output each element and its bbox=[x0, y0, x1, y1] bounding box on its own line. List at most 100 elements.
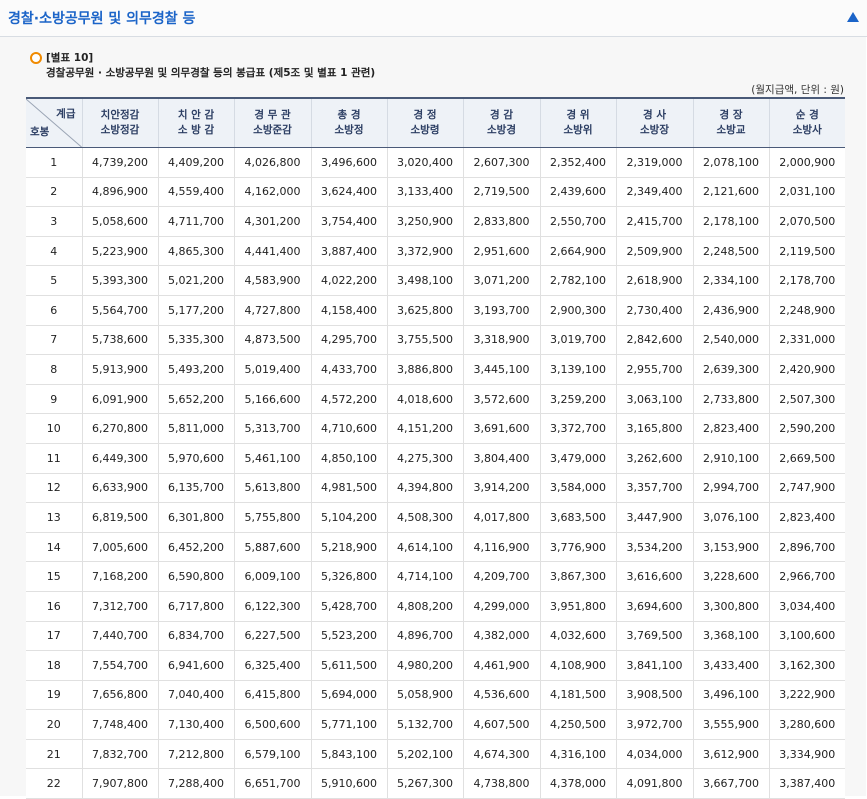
salary-cell: 6,325,400 bbox=[233, 650, 311, 681]
salary-cell: 5,021,200 bbox=[157, 265, 234, 296]
salary-cell: 3,867,300 bbox=[539, 561, 616, 592]
salary-cell: 3,612,900 bbox=[692, 739, 769, 770]
salary-cell: 2,590,200 bbox=[768, 413, 845, 444]
salary-cell: 2,719,500 bbox=[462, 177, 540, 208]
salary-cell: 3,755,500 bbox=[386, 325, 463, 356]
salary-cell: 4,275,300 bbox=[386, 443, 463, 474]
salary-cell: 2,248,500 bbox=[692, 236, 769, 267]
table-row: 12 6,633,900 6,135,700 5,613,800 4,981,500 4,… bbox=[26, 473, 845, 504]
corner-cell: 계급 호봉 bbox=[26, 98, 82, 148]
caption-label: [별표 10] bbox=[46, 52, 94, 64]
salary-cell: 3,683,500 bbox=[539, 502, 616, 533]
salary-cell: 4,181,500 bbox=[539, 680, 616, 711]
column-header: 순 경 소방사 bbox=[768, 98, 845, 148]
salary-cell: 2,823,400 bbox=[768, 502, 845, 533]
salary-cell: 3,387,400 bbox=[768, 768, 845, 799]
salary-cell: 5,652,200 bbox=[157, 384, 234, 415]
step-cell: 12 bbox=[26, 473, 82, 504]
salary-cell: 5,202,100 bbox=[386, 739, 463, 770]
salary-cell: 5,564,700 bbox=[81, 295, 158, 326]
salary-cell: 4,250,500 bbox=[539, 709, 616, 740]
salary-cell: 3,165,800 bbox=[615, 413, 693, 444]
salary-cell: 6,500,600 bbox=[233, 709, 311, 740]
section-header: 경찰·소방공무원 및 의무경찰 등 bbox=[0, 0, 867, 37]
step-cell: 2 bbox=[26, 177, 82, 208]
step-cell: 11 bbox=[26, 443, 82, 474]
salary-cell: 2,730,400 bbox=[615, 295, 693, 326]
salary-cell: 6,091,900 bbox=[81, 384, 158, 415]
salary-cell: 6,449,300 bbox=[81, 443, 158, 474]
salary-cell: 2,669,500 bbox=[768, 443, 845, 474]
salary-cell: 4,607,500 bbox=[462, 709, 540, 740]
salary-cell: 4,808,200 bbox=[386, 591, 463, 622]
rank-fire: 소방정 bbox=[334, 124, 364, 136]
salary-cell: 6,122,300 bbox=[233, 591, 311, 622]
salary-cell: 2,823,400 bbox=[692, 413, 769, 444]
column-header: 경 장 소방교 bbox=[692, 98, 769, 148]
salary-cell: 4,873,500 bbox=[233, 325, 311, 356]
salary-table-wrap: 계급 호봉 치안정감 소방정감 치 안 감소 방 감경 무 관 소방준감 총 경 소방정 경… bbox=[26, 97, 845, 799]
table-row: 13 6,819,500 6,301,800 5,755,800 5,104,200 4,… bbox=[26, 502, 845, 533]
table-row: 7 5,738,600 5,335,300 4,873,500 4,295,700 3,7… bbox=[26, 325, 845, 356]
salary-cell: 3,063,100 bbox=[615, 384, 693, 415]
salary-cell: 5,771,100 bbox=[310, 709, 387, 740]
salary-cell: 3,776,900 bbox=[539, 532, 616, 563]
salary-cell: 6,941,600 bbox=[157, 650, 234, 681]
salary-cell: 4,295,700 bbox=[310, 325, 387, 356]
salary-cell: 5,913,900 bbox=[81, 354, 158, 385]
salary-cell: 2,178,100 bbox=[692, 206, 769, 237]
column-header: 총 경 소방정 bbox=[310, 98, 387, 148]
salary-cell: 3,572,600 bbox=[462, 384, 540, 415]
rank-fire: 소방사 bbox=[792, 124, 822, 136]
column-header: 경 사 소방장 bbox=[615, 98, 693, 148]
salary-cell: 4,572,200 bbox=[310, 384, 387, 415]
salary-cell: 3,534,200 bbox=[615, 532, 693, 563]
salary-cell: 7,907,800 bbox=[81, 768, 158, 799]
salary-cell: 4,710,600 bbox=[310, 413, 387, 444]
step-cell: 8 bbox=[26, 354, 82, 385]
step-cell: 21 bbox=[26, 739, 82, 770]
salary-cell: 6,301,800 bbox=[157, 502, 234, 533]
salary-cell: 4,850,100 bbox=[310, 443, 387, 474]
table-row: 18 7,554,700 6,941,600 6,325,400 5,611,500 4,… bbox=[26, 650, 845, 681]
content-panel: [별표 10] 경찰공무원 · 소방공무원 및 의무경찰 등의 봉급표 (제5조… bbox=[0, 37, 866, 799]
step-cell: 6 bbox=[26, 295, 82, 326]
salary-cell: 3,951,800 bbox=[539, 591, 616, 622]
salary-cell: 3,914,200 bbox=[462, 473, 540, 504]
salary-cell: 2,842,600 bbox=[615, 325, 693, 356]
column-header: 경 정 소방령 bbox=[386, 98, 463, 148]
rank-police: 경 정 bbox=[413, 109, 437, 121]
salary-cell: 6,270,800 bbox=[81, 413, 158, 444]
salary-cell: 2,352,400 bbox=[539, 147, 616, 178]
salary-cell: 4,382,000 bbox=[462, 621, 540, 652]
salary-cell: 4,158,400 bbox=[310, 295, 387, 326]
salary-cell: 3,153,900 bbox=[692, 532, 769, 563]
salary-cell: 4,583,900 bbox=[233, 265, 311, 296]
salary-cell: 2,420,900 bbox=[768, 354, 845, 385]
salary-cell: 3,139,100 bbox=[539, 354, 616, 385]
section-title: 경찰·소방공무원 및 의무경찰 등 bbox=[8, 11, 196, 27]
salary-cell: 2,415,700 bbox=[615, 206, 693, 237]
salary-cell: 4,022,200 bbox=[310, 265, 387, 296]
triangle-up-icon[interactable] bbox=[845, 9, 861, 25]
table-row: 15 7,168,200 6,590,800 6,009,100 5,326,800 4,… bbox=[26, 561, 845, 592]
salary-cell: 3,691,600 bbox=[462, 413, 540, 444]
salary-cell: 3,616,600 bbox=[615, 561, 693, 592]
salary-cell: 7,212,800 bbox=[157, 739, 234, 770]
table-row: 10 6,270,800 5,811,000 5,313,700 4,710,600 4,… bbox=[26, 413, 845, 444]
salary-cell: 3,479,000 bbox=[539, 443, 616, 474]
salary-cell: 5,058,900 bbox=[386, 680, 463, 711]
salary-cell: 2,994,700 bbox=[692, 473, 769, 504]
salary-cell: 2,070,500 bbox=[768, 206, 845, 237]
salary-cell: 3,496,600 bbox=[310, 147, 387, 178]
table-row: 9 6,091,900 5,652,200 5,166,600 4,572,200 4,0… bbox=[26, 384, 845, 415]
rank-police: 경 장 bbox=[719, 109, 743, 121]
salary-cell: 2,121,600 bbox=[692, 177, 769, 208]
rank-fire: 소방경 bbox=[487, 124, 516, 136]
salary-cell: 2,747,900 bbox=[768, 473, 845, 504]
salary-cell: 5,843,100 bbox=[310, 739, 387, 770]
table-row: 19 7,656,800 7,040,400 6,415,800 5,694,000 5,… bbox=[26, 680, 845, 711]
salary-cell: 5,019,400 bbox=[233, 354, 311, 385]
salary-cell: 2,000,900 bbox=[768, 147, 845, 178]
salary-cell: 4,162,000 bbox=[233, 177, 311, 208]
